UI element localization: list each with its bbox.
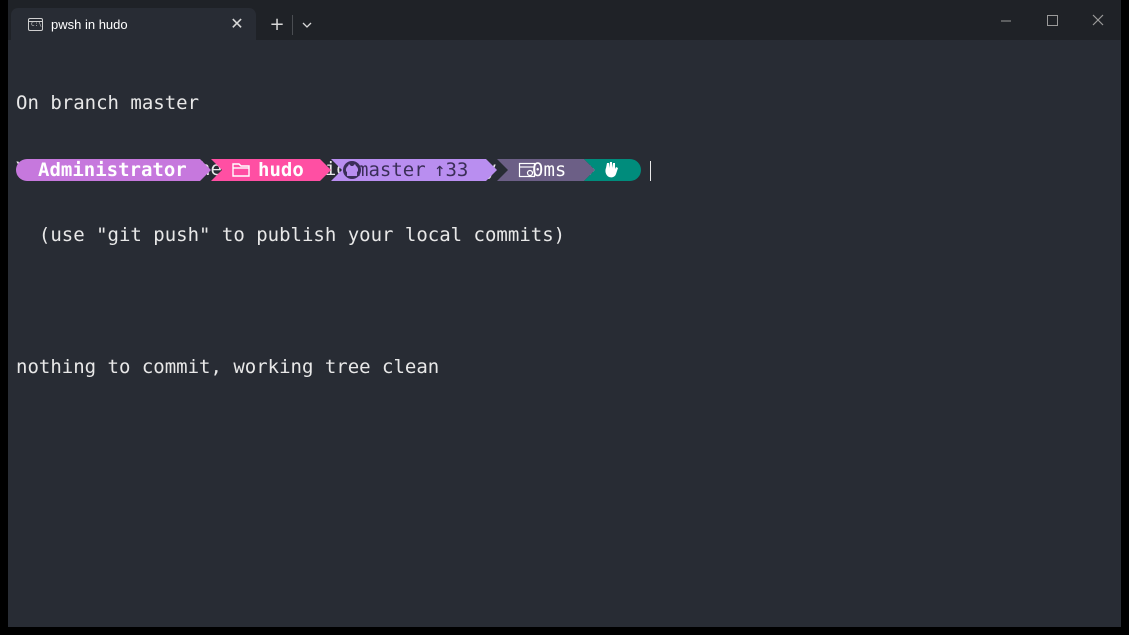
prompt-duration: 0ms bbox=[532, 159, 567, 181]
maximize-button[interactable] bbox=[1037, 6, 1067, 34]
output-line: On branch master bbox=[16, 92, 200, 114]
new-tab-button[interactable]: + bbox=[266, 14, 288, 36]
plus-icon: + bbox=[269, 14, 285, 35]
minimize-icon bbox=[1001, 20, 1011, 22]
profile-dropdown-button[interactable] bbox=[298, 14, 316, 36]
shell-prompt: Administrator hudo master ↑33 0ms bbox=[16, 159, 716, 181]
terminal-output[interactable]: On branch master Your branch is ahead of… bbox=[16, 48, 634, 422]
prompt-user: Administrator bbox=[38, 159, 187, 181]
prompt-ahead-count: ↑33 bbox=[434, 159, 469, 181]
tab-close-button[interactable]: ✕ bbox=[227, 14, 247, 34]
prompt-folder: hudo bbox=[258, 159, 304, 181]
close-icon: ✕ bbox=[230, 14, 244, 33]
title-bar: C:\ pwsh in hudo ✕ + bbox=[8, 0, 1121, 40]
output-line: (use "git push" to publish your local co… bbox=[16, 224, 566, 246]
terminal-window: C:\ pwsh in hudo ✕ + On branch master ah… bbox=[8, 0, 1121, 627]
output-line: nothing to commit, working tree clean bbox=[16, 356, 440, 378]
tab-pwsh[interactable]: C:\ pwsh in hudo ✕ bbox=[11, 8, 256, 40]
terminal-icon: C:\ bbox=[28, 18, 43, 31]
prompt-branch: master bbox=[357, 159, 426, 181]
tab-separator bbox=[292, 15, 293, 35]
maximize-icon bbox=[1047, 15, 1058, 26]
text-cursor bbox=[650, 161, 651, 181]
tab-title: pwsh in hudo bbox=[51, 17, 128, 32]
minimize-button[interactable] bbox=[991, 6, 1021, 34]
close-window-button[interactable] bbox=[1083, 6, 1113, 34]
chevron-down-icon bbox=[302, 22, 312, 28]
close-icon bbox=[1092, 14, 1104, 26]
